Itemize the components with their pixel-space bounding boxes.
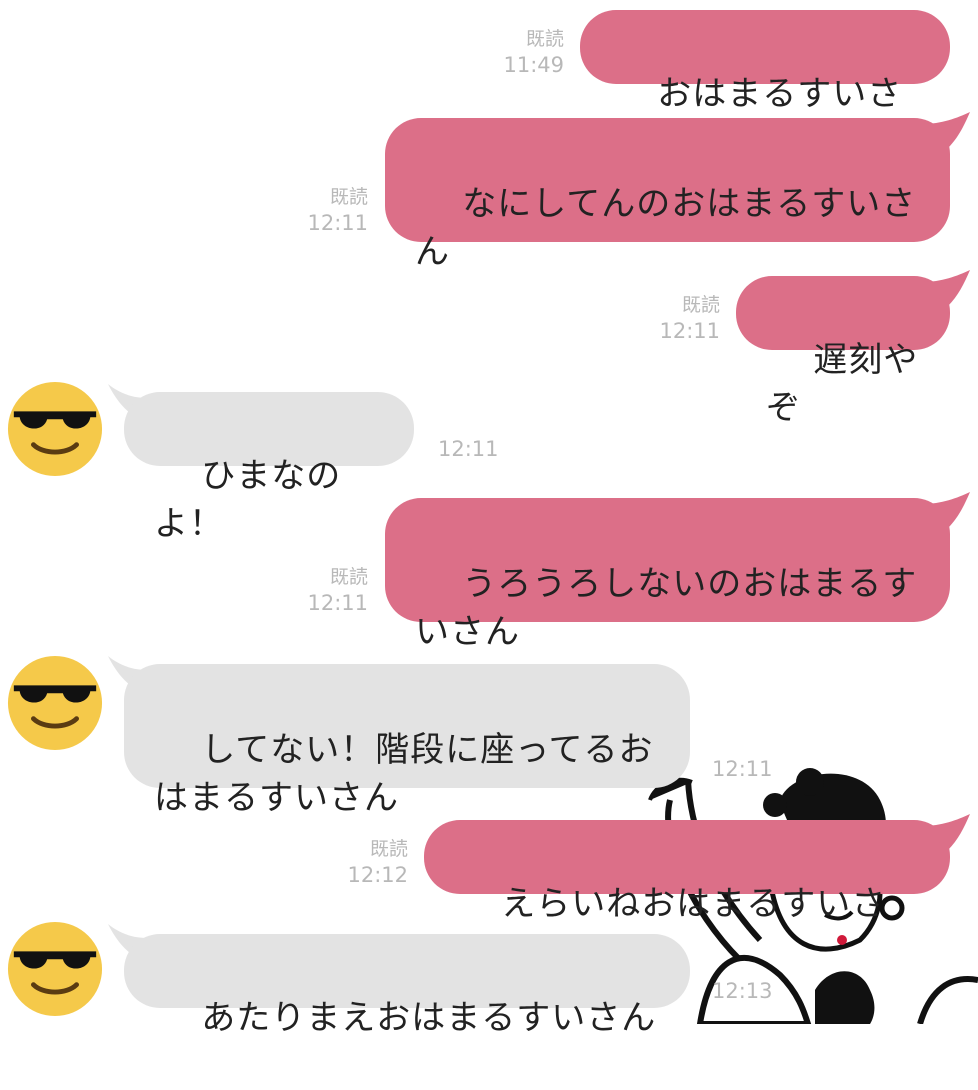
bubble-tail	[922, 492, 970, 528]
message-text: うろうろしないのおはまるす いさん	[415, 564, 918, 652]
bubble-tail	[922, 270, 970, 306]
message-meta: 既読 12:11	[284, 564, 368, 616]
read-receipt: 既読	[369, 838, 408, 860]
message-time: 12:11	[307, 591, 368, 615]
message-meta: 既読 11:49	[480, 26, 564, 78]
message-meta: 既読 12:11	[284, 184, 368, 236]
sunglasses-smiley-icon[interactable]	[6, 920, 104, 1018]
read-receipt: 既読	[525, 28, 564, 50]
message-time: 12:11	[659, 319, 720, 343]
message-time: 11:49	[503, 53, 564, 77]
message-text: 遅刻やぞ	[766, 340, 919, 428]
bubble-tail	[922, 814, 970, 850]
read-receipt: 既読	[329, 566, 368, 588]
outgoing-message-bubble[interactable]: おはまるすいさん	[580, 10, 950, 162]
message-text: ひまなのよ！	[154, 456, 342, 544]
message-text: してない！階段に座ってるお はまるすいさん	[154, 730, 654, 818]
sunglasses-smiley-icon[interactable]	[6, 654, 104, 752]
message-time: 12:12	[347, 863, 408, 887]
read-receipt: 既読	[329, 186, 368, 208]
message-meta: 12:13	[712, 978, 792, 1004]
outgoing-message-bubble[interactable]: なにしてんのおはまるすいさ ん	[385, 118, 950, 272]
bubble-tail	[922, 112, 970, 148]
message-meta: 既読 12:12	[324, 836, 408, 888]
outgoing-message-bubble[interactable]: えらいねおはまるすいさん	[424, 820, 950, 972]
sunglasses-smiley-icon[interactable]	[6, 380, 104, 478]
message-meta: 12:11	[712, 756, 792, 782]
message-time: 12:11	[307, 211, 368, 235]
message-time: 12:11	[712, 757, 773, 781]
outgoing-message-bubble[interactable]: うろうろしないのおはまるす いさん	[385, 498, 950, 652]
message-time: 12:13	[712, 979, 773, 1003]
outgoing-message-bubble[interactable]: 遅刻やぞ	[736, 276, 950, 428]
message-text: あたりまえおはまるすいさん	[201, 998, 657, 1038]
message-time: 12:11	[438, 437, 499, 461]
message-meta: 12:11	[438, 436, 518, 462]
incoming-message-bubble[interactable]: あたりまえおはまるすいさん	[124, 934, 690, 1038]
message-text: なにしてんのおはまるすいさ ん	[415, 184, 917, 272]
incoming-message-bubble[interactable]: してない！階段に座ってるお はまるすいさん	[124, 664, 690, 818]
read-receipt: 既読	[681, 294, 720, 316]
message-meta: 既読 12:11	[636, 292, 720, 344]
incoming-message-bubble[interactable]: ひまなのよ！	[124, 392, 414, 544]
